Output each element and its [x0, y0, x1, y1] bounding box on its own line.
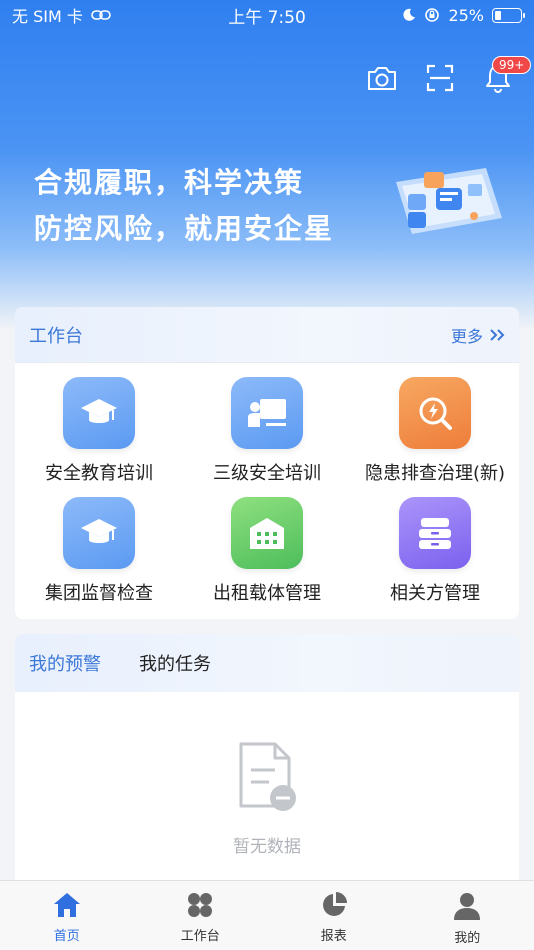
status-right: 25% [402, 5, 525, 25]
pie-chart-icon [322, 892, 347, 916]
workbench-item-label: 三级安全培训 [213, 463, 321, 484]
slogan-line-1: 合规履职，科学决策 [34, 166, 305, 199]
home-icon [53, 893, 80, 917]
grid-icon [188, 893, 213, 917]
scan-icon [426, 64, 454, 92]
tabbar-item-reports[interactable]: 报表 [267, 881, 401, 950]
tab-my-warnings[interactable]: 我的预警 [29, 650, 101, 676]
battery-fill [495, 10, 501, 20]
workbench-item-group-supervision[interactable]: 集团监督检查 [15, 497, 183, 617]
link-icon [91, 10, 111, 20]
tabbar-label: 我的 [454, 931, 481, 946]
camera-icon [368, 67, 396, 90]
tabbar-item-mine[interactable]: 我的 [401, 881, 534, 950]
carrier-text: 无 SIM 卡 [12, 7, 83, 26]
workbench-item-hazard-inspection[interactable]: 隐患排查治理(新) [351, 377, 519, 497]
status-left: 无 SIM 卡 [12, 3, 111, 27]
graduation-cap-icon [63, 377, 135, 449]
battery-percent: 25% [448, 5, 484, 25]
empty-state: 暂无数据 [15, 740, 519, 857]
tasks-tabs: 我的预警 我的任务 [15, 634, 519, 692]
workbench-title: 工作台 [29, 325, 83, 347]
rotation-lock-icon [425, 8, 440, 22]
empty-text: 暂无数据 [233, 837, 301, 857]
scan-button[interactable] [424, 62, 456, 94]
hero-illustration [396, 168, 502, 234]
more-link[interactable]: 更多 [451, 323, 505, 347]
notification-badge: 99+ [492, 56, 532, 74]
moon-icon [403, 8, 416, 21]
tabbar-label: 报表 [320, 929, 347, 944]
workbench-item-rental-carrier[interactable]: 出租载体管理 [183, 497, 351, 617]
tasks-card: 我的预警 我的任务 暂无数据 [15, 634, 519, 884]
tabbar-item-home[interactable]: 首页 [0, 881, 134, 950]
more-label: 更多 [450, 326, 483, 346]
slogan-line-2: 防控风险，就用安企星 [34, 212, 335, 245]
graduation-cap-icon [63, 497, 135, 569]
empty-document-icon [239, 742, 296, 811]
camera-button[interactable] [366, 62, 398, 94]
battery-icon [492, 7, 525, 23]
header-actions: 99+ [366, 56, 532, 94]
cabinet-icon [399, 497, 471, 569]
notification-button[interactable]: 99+ [482, 56, 532, 94]
workbench-item-three-level-training[interactable]: 三级安全培训 [183, 377, 351, 497]
bottom-tab-bar: 首页 工作台 报表 我的 [0, 880, 534, 950]
workbench-item-label: 集团监督检查 [45, 583, 153, 604]
workbench-item-label: 相关方管理 [390, 583, 480, 604]
workbench-header: 工作台 更多 [15, 307, 519, 363]
tabbar-label: 首页 [53, 929, 80, 944]
double-chevron-right-icon [490, 328, 505, 341]
hazard-search-icon [399, 377, 471, 449]
hero-slogan: 合规履职，科学决策 防控风险，就用安企星 [34, 160, 334, 252]
workbench-item-label: 隐患排查治理(新) [364, 463, 506, 484]
warehouse-icon [231, 497, 303, 569]
teacher-board-icon [231, 377, 303, 449]
tabbar-item-workbench[interactable]: 工作台 [134, 881, 268, 950]
workbench-card: 工作台 更多 安全教育培训 三级安全培训 隐患排查治理(新) 集团监督检查 出租… [15, 307, 519, 619]
workbench-item-related-party[interactable]: 相关方管理 [351, 497, 519, 617]
tabbar-label: 工作台 [180, 929, 220, 944]
status-bar: 无 SIM 卡 上午 7:50 25% [0, 0, 534, 30]
workbench-item-label: 安全教育培训 [45, 463, 153, 484]
workbench-grid: 安全教育培训 三级安全培训 隐患排查治理(新) 集团监督检查 出租载体管理 相关… [15, 363, 519, 617]
tab-my-tasks[interactable]: 我的任务 [139, 650, 211, 676]
workbench-item-label: 出租载体管理 [213, 583, 321, 604]
user-icon [454, 893, 481, 920]
workbench-item-safety-education[interactable]: 安全教育培训 [15, 377, 183, 497]
